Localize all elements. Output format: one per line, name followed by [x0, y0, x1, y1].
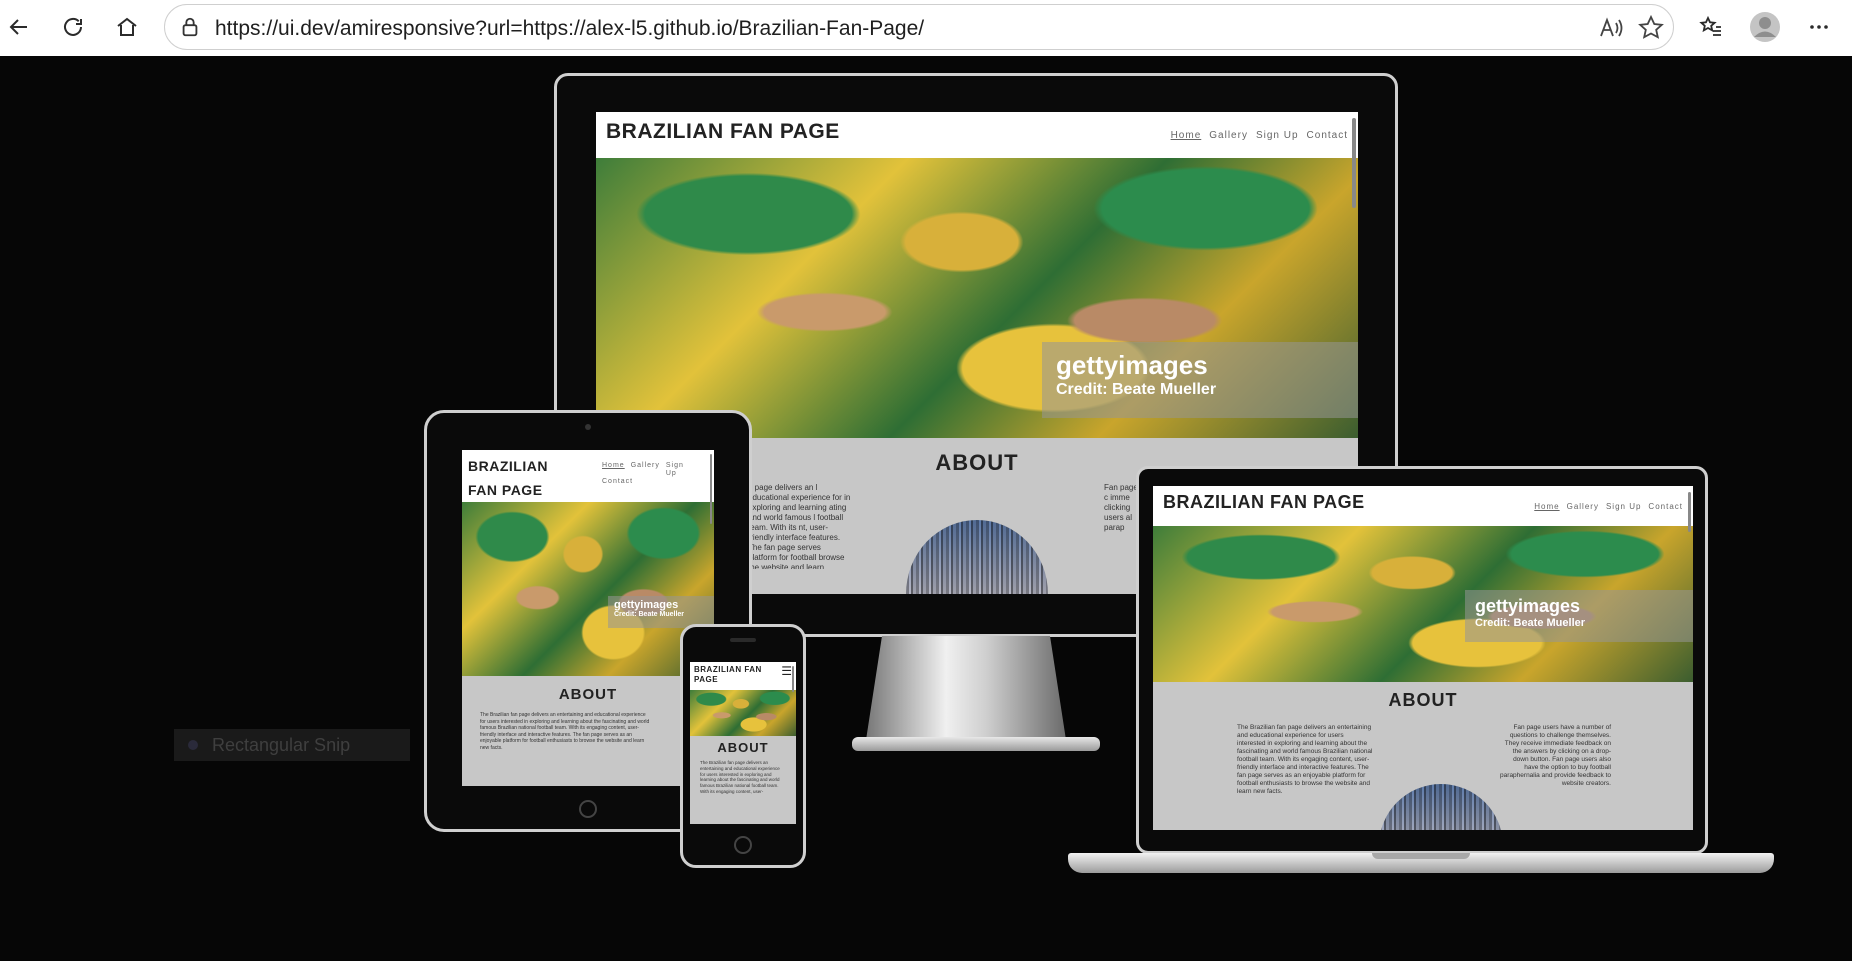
monitor-stand: [866, 636, 1066, 740]
hamburger-menu-icon[interactable]: ☰: [781, 665, 792, 677]
laptop-screen: BRAZILIAN FAN PAGE Home Gallery Sign Up …: [1153, 486, 1693, 830]
address-bar[interactable]: https://ui.dev/amiresponsive?url=https:/…: [164, 4, 1674, 50]
tablet-screen: BRAZILIAN FAN PAGE Home Gallery Sign Up …: [462, 450, 714, 786]
nav-home[interactable]: Home: [1171, 130, 1202, 141]
nav-home[interactable]: Home: [602, 462, 625, 478]
site-title: BRAZILIAN FAN PAGE: [694, 665, 762, 684]
refresh-icon[interactable]: [54, 8, 92, 46]
site-nav: Home Gallery Sign Up Contact: [1527, 502, 1683, 511]
hero-image: gettyimages Credit: Beate Mueller: [1153, 526, 1693, 682]
site-nav: Home Gallery Sign Up Contact: [1163, 130, 1348, 141]
nav-gallery[interactable]: Gallery: [631, 462, 660, 478]
home-icon[interactable]: [108, 8, 146, 46]
lock-icon[interactable]: [179, 16, 201, 38]
getty-watermark: gettyimages Credit: Beate Mueller: [1465, 590, 1693, 642]
phone-screen: BRAZILIAN FAN PAGE ☰ ABOUT The Brazilian…: [690, 662, 796, 824]
about-text-right: Fan page users have a number of question…: [1500, 724, 1611, 787]
url-text[interactable]: https://ui.dev/amiresponsive?url=https:/…: [215, 17, 924, 41]
hero-image: gettyimages Credit: Beate Mueller: [462, 502, 714, 676]
city-image: [906, 520, 1048, 594]
nav-signup[interactable]: Sign Up: [1606, 502, 1641, 511]
scrollbar[interactable]: [710, 454, 712, 524]
site-header: BRAZILIAN FAN PAGE Home Gallery Sign Up …: [596, 112, 1358, 158]
nav-contact[interactable]: Contact: [602, 478, 633, 485]
site-header: BRAZILIAN FAN PAGE Home Gallery Sign Up …: [1153, 486, 1693, 526]
rectangular-snip-label: Rectangular Snip: [174, 729, 410, 761]
back-arrow-icon[interactable]: [0, 8, 38, 46]
tablet-home-button[interactable]: [579, 800, 597, 818]
snip-dot-icon: [188, 740, 198, 750]
tablet-camera: [585, 424, 591, 430]
favorite-star-icon[interactable]: [1637, 14, 1665, 42]
scrollbar[interactable]: [1352, 118, 1356, 208]
about-text: The Brazilian fan page delivers an enter…: [480, 712, 650, 751]
about-text-left: The Brazilian fan page delivers an enter…: [1237, 724, 1373, 795]
nav-contact[interactable]: Contact: [1648, 502, 1683, 511]
scrollbar[interactable]: [792, 666, 794, 692]
nav-gallery[interactable]: Gallery: [1567, 502, 1599, 511]
site-nav: Home Gallery Sign Up Contact: [596, 462, 708, 485]
nav-signup[interactable]: Sign Up: [1256, 130, 1299, 141]
site-title: BRAZILIAN FAN PAGE: [468, 458, 548, 498]
nav-gallery[interactable]: Gallery: [1209, 130, 1248, 141]
nav-contact[interactable]: Contact: [1307, 130, 1348, 141]
about-heading: ABOUT: [558, 686, 618, 703]
hero-image: [690, 690, 796, 736]
page-viewport: Rectangular Snip BRAZILIAN FAN PAGE Home…: [0, 56, 1852, 961]
about-heading: ABOUT: [717, 740, 769, 755]
phone-home-button[interactable]: [734, 836, 752, 854]
read-aloud-icon[interactable]: [1597, 14, 1625, 42]
nav-signup[interactable]: Sign Up: [666, 462, 683, 478]
site-title: BRAZILIAN FAN PAGE: [606, 120, 840, 143]
getty-watermark: gettyimages Credit: Beate Mueller: [1042, 342, 1358, 418]
phone-speaker: [730, 638, 756, 642]
city-image: [1379, 784, 1503, 830]
site-header: BRAZILIAN FAN PAGE Home Gallery Sign Up …: [462, 450, 714, 502]
favorites-list-icon[interactable]: [1692, 8, 1730, 46]
about-text: The Brazilian fan page delivers an enter…: [700, 760, 780, 794]
browser-toolbar: https://ui.dev/amiresponsive?url=https:/…: [0, 0, 1852, 56]
about-text-left: n page delivers an l educational experie…: [748, 483, 851, 569]
site-title: BRAZILIAN FAN PAGE: [1163, 492, 1365, 512]
phone: BRAZILIAN FAN PAGE ☰ ABOUT The Brazilian…: [680, 624, 806, 868]
profile-icon[interactable]: [1746, 8, 1784, 46]
about-heading: ABOUT: [1388, 690, 1458, 710]
more-icon[interactable]: [1800, 8, 1838, 46]
laptop: BRAZILIAN FAN PAGE Home Gallery Sign Up …: [1068, 466, 1774, 873]
site-header: BRAZILIAN FAN PAGE ☰: [690, 662, 796, 690]
hero-image: gettyimages Credit: Beate Mueller: [596, 158, 1358, 438]
nav-home[interactable]: Home: [1534, 502, 1559, 511]
monitor-base: [852, 737, 1100, 751]
scrollbar[interactable]: [1688, 492, 1691, 532]
laptop-notch: [1372, 853, 1470, 859]
